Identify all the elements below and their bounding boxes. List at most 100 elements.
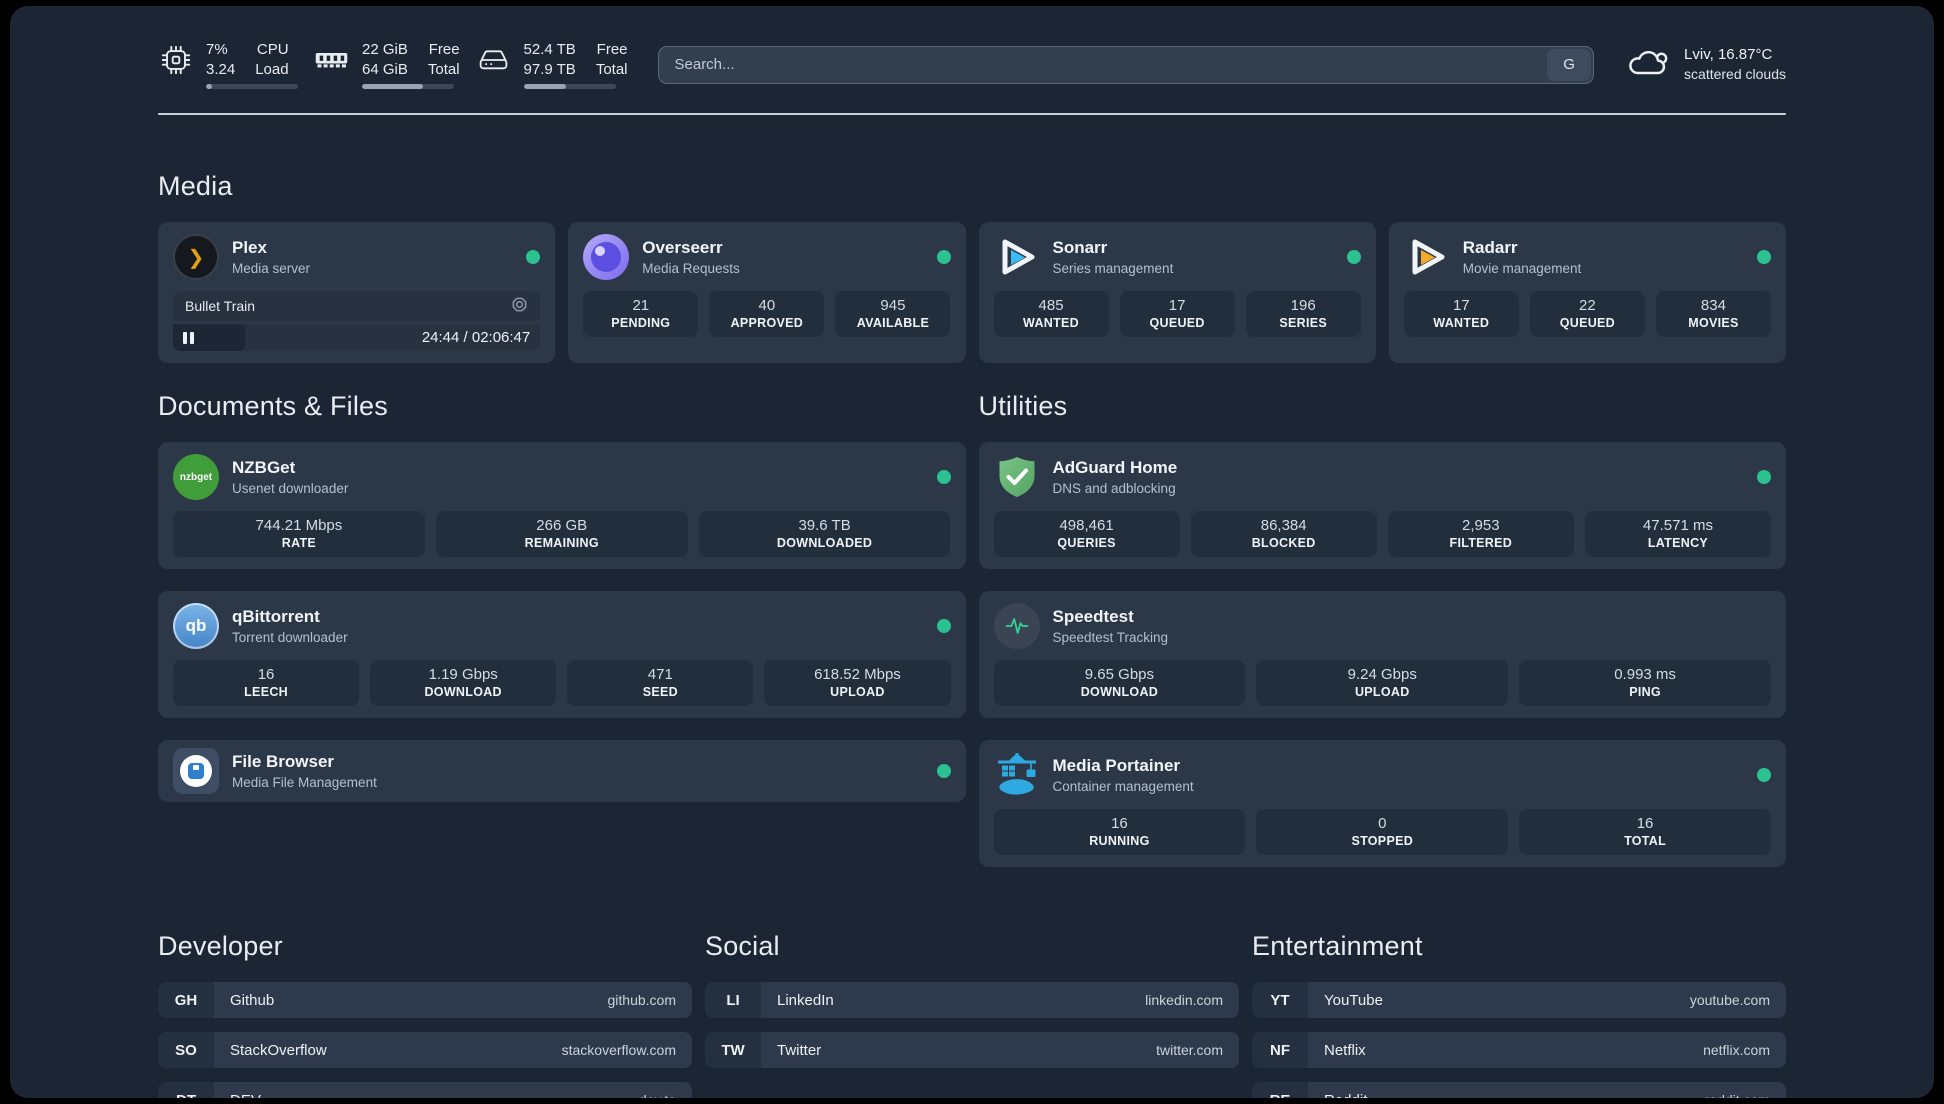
bookmark-stackoverflow[interactable]: SO StackOverflow stackoverflow.com: [158, 1032, 692, 1068]
storage-progress-fill: [523, 84, 566, 89]
bookmark-url: github.com: [607, 992, 676, 1008]
app-card-overseerr[interactable]: Overseerr Media Requests 21 PENDING 40 A…: [568, 222, 966, 363]
stat-queries: 498,461 QUERIES: [993, 511, 1180, 557]
storage-total-label: Total: [595, 60, 628, 78]
bookmark-name: Netflix: [1324, 1041, 1366, 1059]
app-subtitle: DNS and adblocking: [1052, 481, 1176, 496]
section-title-documents: Documents & Files: [158, 391, 388, 421]
stat-value: 0.993 ms: [1614, 666, 1676, 683]
stat-label: PING: [1629, 685, 1661, 699]
stat-filtered: 2,953 FILTERED: [1387, 511, 1574, 557]
bookmark-abbr: GH: [158, 982, 214, 1018]
ram-icon: [314, 42, 349, 77]
stat-value: 196: [1290, 297, 1316, 314]
bookmark-abbr: NF: [1252, 1032, 1308, 1068]
pause-icon[interactable]: [183, 331, 194, 344]
bookmark-twitter[interactable]: TW Twitter twitter.com: [705, 1032, 1239, 1068]
stat-value: 16: [1111, 815, 1128, 832]
app-card-qbittorrent[interactable]: qb qBittorrent Torrent downloader 16 LEE…: [158, 591, 966, 718]
stat-value: 498,461: [1059, 517, 1114, 534]
stat-label: REMAINING: [524, 536, 599, 550]
stat-label: WANTED: [1433, 316, 1490, 330]
stat-label: SERIES: [1279, 316, 1328, 330]
app-title: Speedtest: [1052, 607, 1134, 626]
app-card-speedtest[interactable]: Speedtest Speedtest Tracking 9.65 Gbps D…: [978, 591, 1786, 718]
app-subtitle: Media server: [232, 261, 311, 276]
bookmark-name: LinkedIn: [777, 991, 834, 1009]
cpu-progress-fill: [206, 84, 213, 89]
app-subtitle: Usenet downloader: [232, 481, 349, 496]
bookmark-url: stackoverflow.com: [561, 1042, 676, 1058]
app-card-adguard[interactable]: AdGuard Home DNS and adblocking 498,461 …: [978, 442, 1786, 569]
cpu-chip-icon: [158, 42, 193, 77]
stat-running: 16 RUNNING: [993, 809, 1246, 855]
app-title: Media Portainer: [1052, 756, 1181, 775]
stat-label: QUERIES: [1057, 536, 1116, 550]
memory-progress-fill: [362, 84, 423, 89]
app-card-radarr[interactable]: Radarr Movie management 17 WANTED 22 QUE…: [1388, 222, 1786, 363]
stat-downloaded: 39.6 TB DOWNLOADED: [698, 511, 951, 557]
stat-rate: 744.21 Mbps RATE: [173, 511, 425, 557]
playback-progress-bar[interactable]: 24:44 / 02:06:47: [173, 324, 541, 351]
app-card-plex[interactable]: ❯ Plex Media server Bullet Train 24:44 /…: [158, 222, 556, 363]
status-dot: [1757, 768, 1771, 782]
bookmark-netflix[interactable]: NF Netflix netflix.com: [1252, 1032, 1786, 1068]
stat-label: AVAILABLE: [856, 316, 930, 330]
app-title: NZBGet: [232, 458, 296, 477]
bookmark-youtube[interactable]: YT YouTube youtube.com: [1252, 982, 1786, 1018]
stat-approved: 40 APPROVED: [709, 291, 825, 337]
bookmark-url: dev.to: [639, 1092, 676, 1098]
search-input[interactable]: [658, 46, 1546, 83]
hard-drive-icon: [476, 42, 511, 77]
playback-settings-icon[interactable]: [511, 296, 528, 316]
memory-total-label: Total: [427, 60, 460, 78]
cloud-icon: [1624, 45, 1670, 84]
bookmark-linkedin[interactable]: LI LinkedIn linkedin.com: [705, 982, 1239, 1018]
app-card-filebrowser[interactable]: File Browser Media File Management: [158, 740, 966, 802]
filebrowser-icon: [173, 748, 219, 794]
app-card-sonarr[interactable]: Sonarr Series management 485 WANTED 17 Q…: [978, 222, 1376, 363]
stat-upload: 9.24 Gbps UPLOAD: [1256, 660, 1509, 706]
memory-progress-bar: [362, 84, 454, 89]
stat-label: FILTERED: [1449, 536, 1513, 550]
app-subtitle: Torrent downloader: [232, 630, 348, 645]
bookmark-url: linkedin.com: [1145, 992, 1223, 1008]
bookmark-dev[interactable]: DT DEV dev.to: [158, 1082, 692, 1098]
stat-queued: 17 QUEUED: [1119, 291, 1235, 337]
section-title-utilities: Utilities: [978, 391, 1068, 421]
app-subtitle: Media Requests: [642, 261, 740, 276]
stat-download: 9.65 Gbps DOWNLOAD: [993, 660, 1246, 706]
nzbget-icon: nzbget: [173, 454, 219, 500]
app-card-nzbget[interactable]: nzbget NZBGet Usenet downloader 744.21 M…: [158, 442, 966, 569]
speedtest-pulse-icon: [993, 603, 1040, 649]
bookmark-url: twitter.com: [1156, 1042, 1223, 1058]
stat-label: MOVIES: [1688, 316, 1739, 330]
stat-value: 744.21 Mbps: [255, 517, 343, 534]
bookmark-github[interactable]: GH Github github.com: [158, 982, 692, 1018]
storage-free-value: 52.4 TB: [523, 41, 576, 58]
storage-free-label: Free: [596, 41, 628, 58]
section-title-developer: Developer: [158, 931, 283, 961]
stat-value: 1.19 Gbps: [428, 666, 498, 683]
bookmark-reddit[interactable]: RE Reddit reddit.com: [1252, 1082, 1786, 1098]
app-card-portainer[interactable]: Media Portainer Container management 16 …: [978, 740, 1786, 867]
cpu-usage-label: CPU: [256, 41, 289, 58]
top-bar: 7% 3.24 CPU Load 22 GiB 64 GiB Free Tota…: [158, 40, 1786, 89]
stat-label: DOWNLOAD: [1080, 685, 1159, 699]
stat-label: APPROVED: [730, 316, 804, 330]
weather-condition: scattered clouds: [1684, 66, 1786, 83]
search-bar: G: [657, 45, 1595, 84]
stat-label: RUNNING: [1089, 834, 1150, 848]
stat-label: PENDING: [611, 316, 671, 330]
stat-stopped: 0 STOPPED: [1256, 809, 1509, 855]
overseerr-icon: [583, 234, 630, 280]
search-engine-button[interactable]: G: [1547, 48, 1592, 81]
stat-value: 16: [1636, 815, 1654, 832]
cpu-usage-value: 7%: [206, 41, 228, 58]
stat-upload: 618.52 Mbps UPLOAD: [764, 660, 951, 706]
section-title-social: Social: [705, 931, 780, 961]
status-dot: [526, 250, 541, 264]
stat-label: RATE: [281, 536, 317, 550]
storage-progress-bar: [523, 84, 616, 89]
bookmark-abbr: SO: [158, 1032, 214, 1068]
